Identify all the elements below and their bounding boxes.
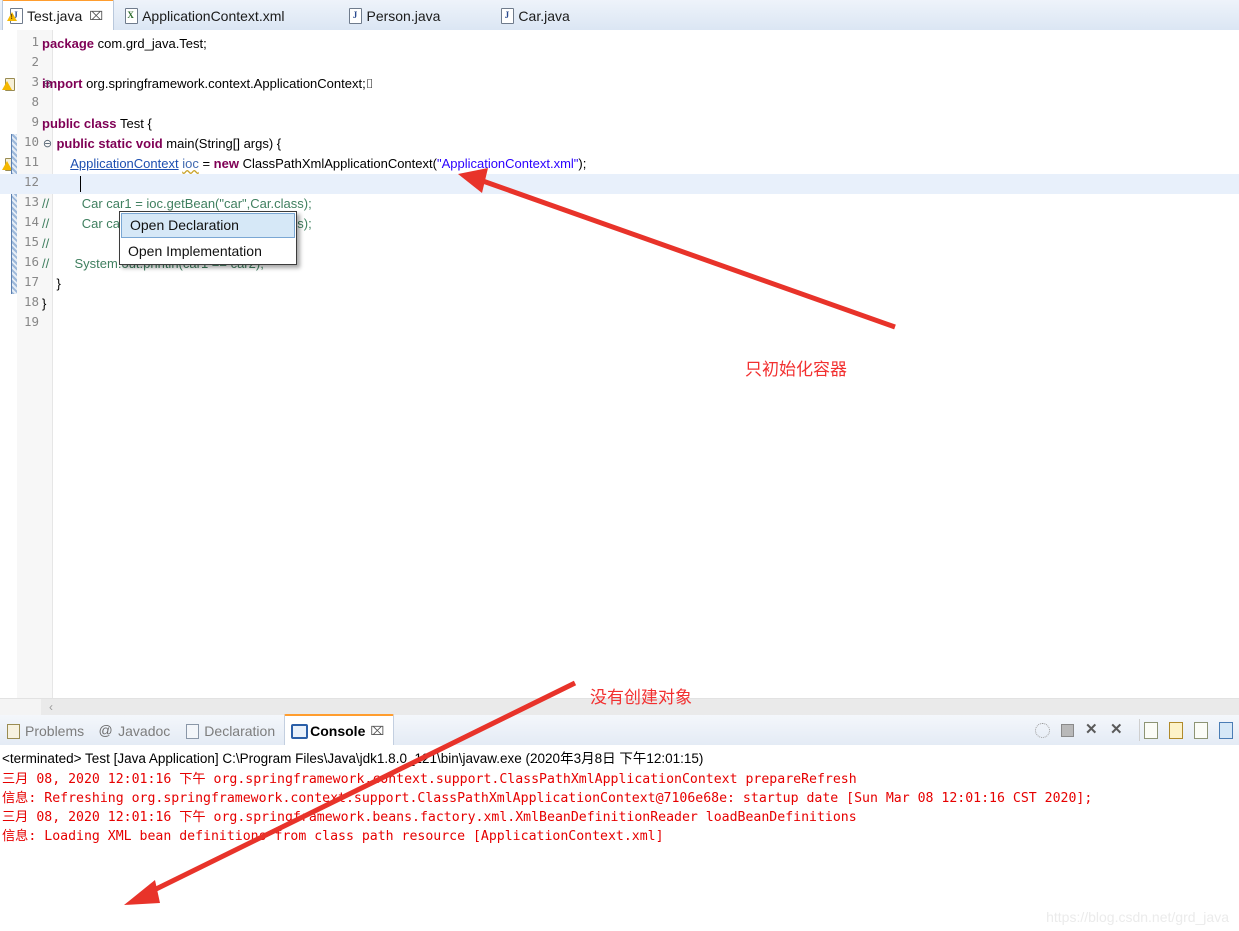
line-number: 10 [23, 134, 39, 149]
code-line-row[interactable] [0, 314, 1239, 334]
clear-console-icon[interactable] [1139, 719, 1162, 741]
java-file-warning-icon: J [7, 8, 23, 24]
code-line-row[interactable] [0, 174, 1239, 194]
java-file-icon: J [500, 8, 515, 24]
code-line-text: import org.springframework.context.Appli… [42, 76, 374, 91]
line-number: 18 [23, 294, 39, 309]
watermark-text: https://blog.csdn.net/grd_java [1046, 909, 1229, 925]
remove-launch-icon[interactable]: ✕ [1081, 719, 1103, 741]
declaration-icon [184, 723, 200, 739]
editor-tab-label: Person.java [366, 7, 441, 24]
stop-icon[interactable] [1056, 719, 1078, 741]
bottom-view-stack: Problems @ Javadoc Declaration Console ⌧ ✕ ✕ <… [0, 714, 1239, 931]
code-line-text: public static void main(String[] args) { [56, 136, 282, 151]
line-number: 16 [23, 254, 39, 269]
editor-tab-bar: JTest.java⌧XApplicationContext.xmlJPerso… [0, 0, 1239, 31]
menu-item-open-declaration[interactable]: Open Declaration [121, 213, 295, 238]
line-number: 17 [23, 274, 39, 289]
menu-item-open-implementation[interactable]: Open Implementation [120, 239, 296, 264]
line-number: 2 [31, 54, 39, 69]
editor-tab-test-java[interactable]: JTest.java ⌧ [2, 0, 115, 31]
code-line-row[interactable] [0, 274, 1239, 294]
javadoc-at-icon: @ [98, 722, 113, 738]
code-line-row[interactable] [0, 294, 1239, 314]
problems-icon [5, 723, 20, 739]
line-number: 3 [31, 74, 39, 89]
code-line-text: } [42, 276, 61, 291]
editor-tab-person-java[interactable]: J Person.java [342, 1, 450, 30]
xml-file-icon: X [124, 8, 139, 24]
scrollbar-left-arrow-icon[interactable]: ‹ [44, 700, 58, 714]
line-number: 15 [23, 234, 39, 249]
bottom-tab-declaration[interactable]: Declaration [179, 716, 284, 745]
close-icon[interactable]: ⌧ [89, 9, 103, 23]
code-line-row[interactable] [0, 114, 1239, 134]
line-number: 9 [31, 114, 39, 129]
show-console-on-output-icon[interactable] [1190, 719, 1212, 741]
console-icon [290, 723, 309, 739]
console-line: 三月 08, 2020 12:01:16 下午 org.springframew… [2, 772, 857, 787]
console-line: 信息: Refreshing org.springframework.conte… [2, 791, 1093, 806]
line-number: 12 [23, 174, 39, 189]
code-line-text: ApplicationContext ioc = new ClassPathXm… [70, 156, 587, 171]
console-output[interactable]: <terminated> Test [Java Application] C:\… [0, 745, 1239, 931]
bottom-tab-label: Console [310, 722, 366, 739]
display-selected-console-icon[interactable] [1215, 719, 1237, 741]
code-line-text: } [42, 296, 47, 311]
console-line: 信息: Loading XML bean definitions from cl… [2, 829, 664, 844]
line-number: 14 [23, 214, 39, 229]
annotation-no-object-created: 没有创建对象 [590, 688, 692, 708]
bottom-tab-javadoc[interactable]: @ Javadoc [93, 716, 179, 745]
context-menu[interactable]: Open Declaration Open Implementation [119, 211, 297, 265]
code-line-text: public class Test { [42, 116, 152, 131]
editor-tab-label: ApplicationContext.xml [142, 7, 285, 24]
line-number: 1 [31, 34, 39, 49]
bottom-tab-label: Problems [25, 722, 85, 739]
editor-tab-car-java[interactable]: J Car.java [494, 1, 579, 30]
code-line-row[interactable] [0, 54, 1239, 74]
close-icon[interactable]: ⌧ [370, 724, 384, 738]
code-line-text: package com.grd_java.Test; [42, 36, 207, 51]
editor-tab-label: Test.java [27, 7, 83, 24]
annotation-only-init-container: 只初始化容器 [745, 360, 847, 380]
editor-tab-applicationcontext-xml[interactable]: X ApplicationContext.xml [118, 1, 294, 30]
line-number: 8 [31, 94, 39, 109]
code-line-text: // [42, 236, 50, 251]
console-line: 三月 08, 2020 12:01:16 下午 org.springframew… [2, 810, 857, 825]
bottom-tab-problems[interactable]: Problems [0, 716, 93, 745]
remove-all-terminated-icon[interactable]: ✕ [1106, 719, 1128, 741]
console-line: <terminated> Test [Java Application] C:\… [2, 751, 704, 766]
scroll-lock-icon[interactable] [1165, 719, 1187, 741]
line-number: 13 [23, 194, 39, 209]
code-editor[interactable]: 1 package com.grd_java.Test; 2 3 ⊕ import org… [0, 30, 1239, 698]
editor-tab-label: Car.java [518, 7, 570, 24]
console-toolbar[interactable]: ✕ ✕ [1031, 718, 1237, 742]
terminate-all-icon[interactable] [1031, 719, 1053, 741]
code-line-row[interactable] [0, 94, 1239, 114]
line-number: 11 [23, 154, 39, 169]
text-caret [80, 176, 81, 192]
line-number: 19 [23, 314, 39, 329]
bottom-tab-label: Javadoc [118, 722, 171, 739]
java-file-icon: J [348, 8, 363, 24]
bottom-tab-console[interactable]: Console ⌧ [284, 714, 395, 746]
editor-code-area[interactable]: 1 package com.grd_java.Test; 2 3 ⊕ import org… [0, 30, 1239, 698]
bottom-tab-label: Declaration [204, 722, 276, 739]
